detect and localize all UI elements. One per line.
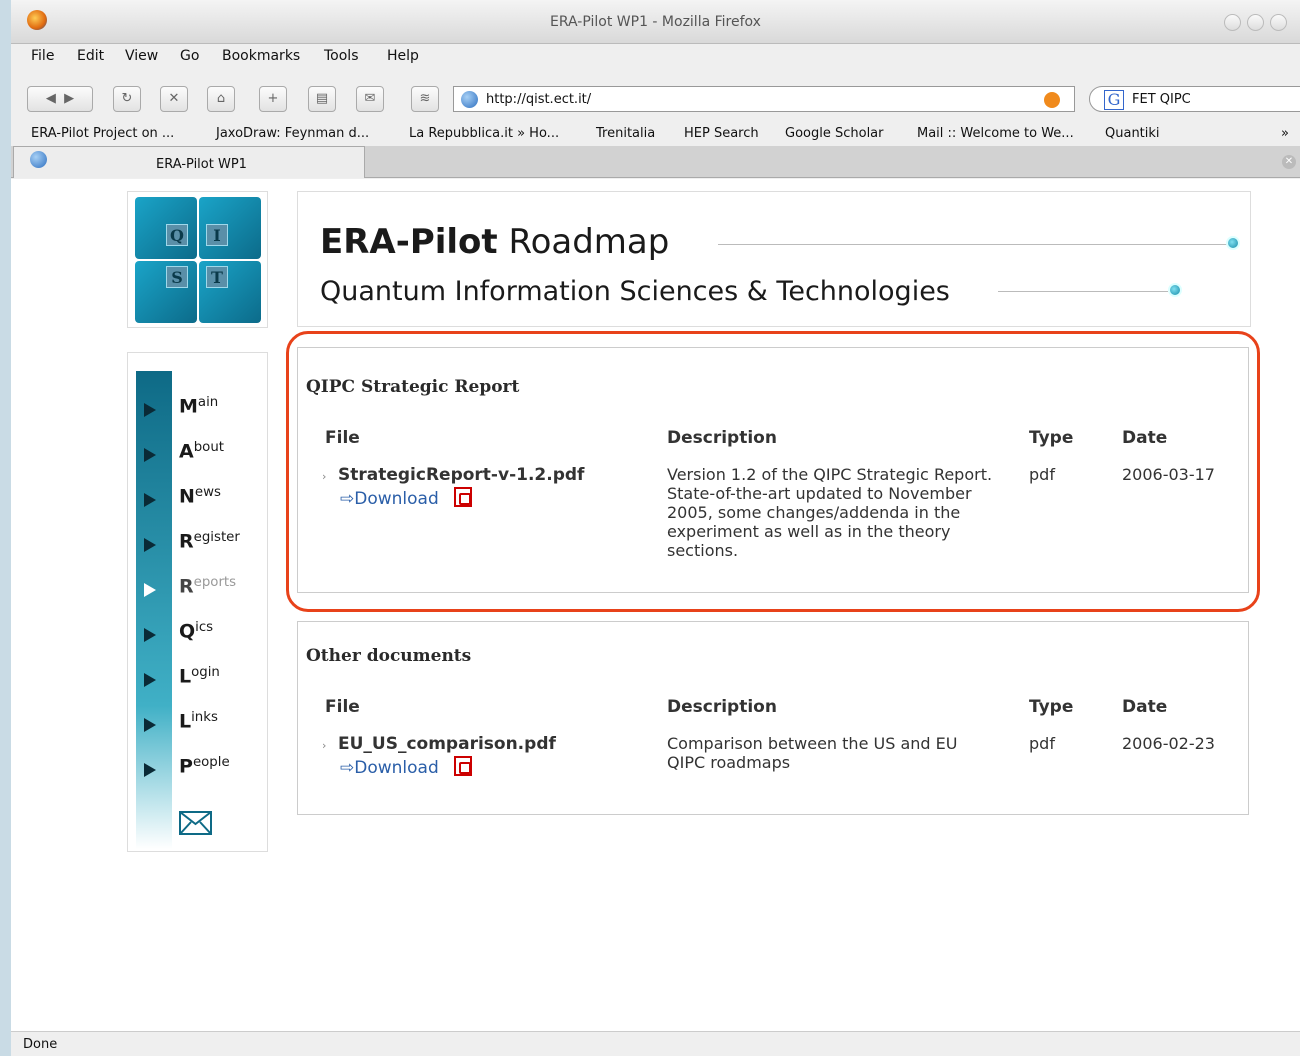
pdf-icon[interactable] <box>454 756 472 776</box>
search-box[interactable]: G FET QIPC <box>1089 86 1300 112</box>
google-icon[interactable]: G <box>1104 90 1124 110</box>
menu-go[interactable]: Go <box>180 48 199 64</box>
home-icon: ⌂ <box>216 91 226 106</box>
print-icon: ▤ <box>315 91 329 106</box>
maximize-button[interactable] <box>1247 14 1264 31</box>
arrow-icon <box>144 718 156 732</box>
browser-window: ERA-Pilot WP1 - Mozilla Firefox File Edi… <box>11 0 1300 1056</box>
home-button[interactable]: ⌂ <box>207 86 235 112</box>
tab-globe-icon <box>30 151 47 168</box>
menu-tools[interactable]: Tools <box>324 48 359 64</box>
mail-icon: ✉ <box>364 91 376 106</box>
qist-logo: Q I S T <box>127 191 268 328</box>
bookmark-item[interactable]: Trenitalia <box>596 126 655 141</box>
arrow-icon <box>144 538 156 552</box>
menu-help[interactable]: Help <box>387 48 419 64</box>
bookmark-item[interactable]: JaxoDraw: Feynman d... <box>216 126 369 141</box>
bullet-icon: › <box>322 739 327 752</box>
file-name: EU_US_comparison.pdf <box>338 734 556 754</box>
close-button[interactable] <box>1270 14 1287 31</box>
section-heading: Other documents <box>306 646 472 666</box>
arrow-icon <box>144 493 156 507</box>
minimize-button[interactable] <box>1224 14 1241 31</box>
back-icon[interactable]: ◀ <box>46 91 56 106</box>
arrow-icon <box>144 763 156 777</box>
bookmark-item[interactable]: HEP Search <box>684 126 759 141</box>
address-url[interactable]: http://qist.ect.it/ <box>486 92 591 107</box>
stop-icon: ✕ <box>168 91 180 106</box>
download-link[interactable]: ⇨Download <box>340 758 439 778</box>
menu-edit[interactable]: Edit <box>77 48 104 64</box>
menu-file[interactable]: File <box>31 48 54 64</box>
highlight-annotation <box>286 331 1260 612</box>
file-type: pdf <box>1029 734 1055 753</box>
banner-title: ERA-Pilot Roadmap <box>320 222 670 262</box>
new-tab-button[interactable]: + <box>259 86 287 112</box>
nav-gradient-bar <box>136 371 172 849</box>
other-documents-panel: Other documents File Description Type Da… <box>297 621 1249 815</box>
bookmarks-toolbar: ERA-Pilot Project on ... JaxoDraw: Feynm… <box>11 122 1300 146</box>
bookmark-item[interactable]: Mail :: Welcome to We... <box>917 126 1074 141</box>
menu-bookmarks[interactable]: Bookmarks <box>222 48 300 64</box>
rss-icon: ≋ <box>419 91 431 106</box>
tab-bar: ERA-Pilot WP1 ✕ <box>11 146 1300 178</box>
menu-bar: File Edit View Go Bookmarks Tools Help <box>11 44 1300 70</box>
reload-icon: ↻ <box>121 91 133 106</box>
arrow-icon <box>144 448 156 462</box>
tab-era-pilot[interactable]: ERA-Pilot WP1 <box>13 146 365 178</box>
bookmarks-overflow-icon[interactable]: » <box>1281 126 1289 141</box>
menu-view[interactable]: View <box>125 48 158 64</box>
bookmark-item[interactable]: Google Scholar <box>785 126 884 141</box>
add-icon: + <box>267 91 279 106</box>
site-globe-icon <box>461 91 478 108</box>
print-button[interactable]: ▤ <box>308 86 336 112</box>
go-icon[interactable] <box>1044 92 1060 108</box>
tab-close-icon[interactable]: ✕ <box>1282 155 1296 169</box>
bookmark-item[interactable]: Quantiki <box>1105 126 1160 141</box>
reload-button[interactable]: ↻ <box>113 86 141 112</box>
bookmark-item[interactable]: ERA-Pilot Project on ... <box>31 126 174 141</box>
tab-label: ERA-Pilot WP1 <box>156 157 247 172</box>
arrow-icon <box>144 583 156 597</box>
bookmark-item[interactable]: La Repubblica.it » Ho... <box>409 126 559 141</box>
window-title: ERA-Pilot WP1 - Mozilla Firefox <box>550 14 761 30</box>
side-navigation: Main About News Register Reports Qics Lo… <box>127 352 268 852</box>
status-bar: Done <box>11 1031 1300 1056</box>
address-bar[interactable]: http://qist.ect.it/ <box>453 86 1075 112</box>
status-text: Done <box>23 1037 58 1052</box>
page-content: Q I S T ERA-Pilot Roadmap Quantum Inform… <box>11 179 1300 1031</box>
rss-button[interactable]: ≋ <box>411 86 439 112</box>
title-bar: ERA-Pilot WP1 - Mozilla Firefox <box>11 0 1300 44</box>
back-forward-buttons[interactable]: ◀ ▶ <box>27 86 93 112</box>
file-date: 2006-02-23 <box>1122 734 1215 753</box>
banner-subtitle: Quantum Information Sciences & Technolog… <box>320 276 950 307</box>
column-header-type: Type <box>1029 697 1074 717</box>
column-header-description: Description <box>667 697 777 717</box>
background-slide-edge <box>0 0 11 1056</box>
column-header-file: File <box>325 697 360 717</box>
column-header-date: Date <box>1122 697 1168 717</box>
stop-button[interactable]: ✕ <box>160 86 188 112</box>
forward-icon[interactable]: ▶ <box>64 91 74 106</box>
search-input[interactable]: FET QIPC <box>1132 92 1191 107</box>
arrow-icon <box>144 673 156 687</box>
arrow-icon <box>144 628 156 642</box>
file-description: Comparison between the US and EU QIPC ro… <box>667 734 958 772</box>
roadmap-banner: ERA-Pilot Roadmap Quantum Information Sc… <box>297 191 1251 327</box>
envelope-icon[interactable] <box>179 811 212 835</box>
arrow-icon <box>144 403 156 417</box>
mail-button[interactable]: ✉ <box>356 86 384 112</box>
